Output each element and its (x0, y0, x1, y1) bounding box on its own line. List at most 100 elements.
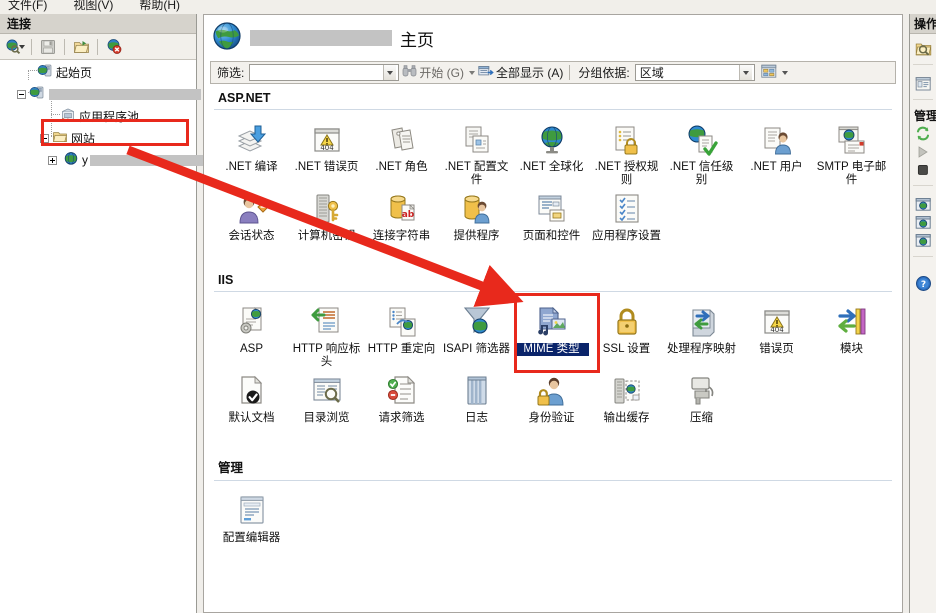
feature-default-document[interactable]: 默认文档 (214, 369, 289, 437)
feature-label: 配置编辑器 (222, 532, 281, 544)
action-browse-website-3[interactable] (910, 234, 936, 252)
feature-logging[interactable]: 日志 (439, 369, 514, 437)
action-help[interactable]: ? (910, 276, 936, 295)
feature-application-settings[interactable]: 应用程序设置 (589, 187, 664, 255)
feature-directory-browsing[interactable]: 目录浏览 (289, 369, 364, 437)
connections-tree[interactable]: 起始页 应用程序池 网站 y (0, 60, 213, 613)
toolbar-separator (97, 38, 98, 55)
feature-providers[interactable]: 提供程序 (439, 187, 514, 255)
net-trust-levels-icon (686, 122, 718, 156)
group-management: 管理 配置编辑器 (204, 451, 902, 557)
default-document-icon (236, 373, 268, 407)
feature-net-compilation[interactable]: .NET 编译 (214, 118, 289, 187)
feature-net-globalization[interactable]: .NET 全球化 (514, 118, 589, 187)
feature-label: 计算机密钥 (297, 230, 356, 242)
actions-pane-title: 操作 (910, 14, 936, 34)
disconnect-icon[interactable] (103, 36, 125, 57)
go-button[interactable]: 开始 (G) (402, 64, 476, 81)
feature-error-pages[interactable]: 404 错误页 (739, 300, 814, 369)
feature-pages-and-controls[interactable]: 页面和控件 (514, 187, 589, 255)
feature-authentication[interactable]: 身份验证 (514, 369, 589, 437)
feature-asp[interactable]: ASP (214, 300, 289, 369)
redacted-site-name (90, 154, 208, 166)
group-header: ASP.NET (214, 85, 892, 110)
chevron-down-icon[interactable] (781, 70, 788, 75)
actions-section-manage: 管理 (910, 104, 936, 127)
tree-item-application-pools[interactable]: 应用程序池 (60, 107, 139, 125)
feature-request-filtering[interactable]: 请求筛选 (364, 369, 439, 437)
action-start[interactable] (910, 145, 936, 163)
feature-net-error-pages[interactable]: 404 .NET 错误页 (289, 118, 364, 187)
net-users-icon (761, 122, 793, 156)
tree-item-label: 网站 (71, 131, 96, 146)
start-icon (915, 145, 931, 164)
tree-item-server[interactable] (17, 85, 201, 103)
chevron-down-icon (387, 70, 394, 75)
action-explore[interactable] (910, 42, 936, 60)
open-folder-icon[interactable] (70, 36, 92, 57)
action-browse-website-2[interactable] (910, 216, 936, 234)
feature-net-profile[interactable]: .NET 配置文件 (439, 118, 514, 187)
app-pools-icon (60, 107, 76, 125)
website-icon (63, 151, 79, 169)
svg-text:404: 404 (320, 144, 334, 152)
action-browse-website-1[interactable] (910, 198, 936, 216)
feature-output-caching[interactable]: 输出缓存 (589, 369, 664, 437)
connection-strings-icon: ab (386, 191, 418, 225)
feature-http-response-headers[interactable]: HTTP 响应标头 (289, 300, 364, 369)
chevron-down-icon[interactable] (469, 70, 476, 75)
view-mode-button[interactable] (761, 64, 788, 82)
menu-file[interactable]: 文件(F) (8, 0, 47, 13)
show-all-button[interactable]: 全部显示 (A) (478, 64, 563, 81)
expand-toggle-icon[interactable] (48, 155, 57, 165)
feature-label: .NET 角色 (375, 161, 428, 173)
save-icon[interactable] (37, 36, 59, 57)
feature-net-authorization-rules[interactable]: .NET 授权规则 (589, 118, 664, 187)
feature-net-users[interactable]: .NET 用户 (739, 118, 814, 187)
group-by-select[interactable]: 区域 (634, 64, 755, 81)
action-stop[interactable] (910, 163, 936, 181)
page-title-bar: 主页 (204, 15, 902, 61)
feature-label: 请求筛选 (378, 412, 425, 424)
chevron-down-icon[interactable] (19, 44, 25, 49)
handler-mappings-icon (686, 304, 718, 338)
feature-http-redirect[interactable]: HTTP 重定向 (364, 300, 439, 369)
feature-compression[interactable]: 压缩 (664, 369, 739, 437)
feature-label: 连接字符串 (372, 230, 431, 242)
tree-item-website[interactable]: y : (48, 151, 213, 169)
feature-label: 应用程序设置 (592, 230, 661, 242)
feature-smtp-email[interactable]: SMTP 电子邮件 (814, 118, 889, 187)
filter-dropdown-button[interactable] (383, 65, 397, 80)
menu-help[interactable]: 帮助(H) (139, 0, 180, 13)
collapse-toggle-icon[interactable] (40, 133, 49, 143)
smtp-email-icon (836, 122, 868, 156)
feature-connection-strings[interactable]: ab 连接字符串 (364, 187, 439, 255)
feature-session-state[interactable]: 会话状态 (214, 187, 289, 255)
filter-input[interactable] (249, 64, 400, 81)
group-by-dropdown-button[interactable] (738, 65, 752, 80)
feature-isapi-filters[interactable]: ISAPI 筛选器 (439, 300, 514, 369)
feature-net-trust-levels[interactable]: .NET 信任级别 (664, 118, 739, 187)
feature-label: 提供程序 (453, 230, 500, 242)
feature-handler-mappings[interactable]: 处理程序映射 (664, 300, 739, 369)
tree-item-sites[interactable]: 网站 (40, 129, 95, 147)
feature-mime-types[interactable]: MIME 类型 (514, 300, 589, 369)
group-iis: IIS ASP HTTP 响应标头 HTTP 重定向 ISAPI 筛选器 MIM… (204, 267, 902, 437)
menu-bar: 文件(F) 视图(V) 帮助(H) (0, 0, 936, 14)
feature-ssl-settings[interactable]: SSL 设置 (589, 300, 664, 369)
browse-website-icon (915, 215, 932, 235)
menu-view[interactable]: 视图(V) (73, 0, 113, 13)
feature-configuration-editor[interactable]: 配置编辑器 (214, 489, 289, 557)
filter-label: 筛选: (217, 66, 245, 80)
collapse-toggle-icon[interactable] (17, 89, 26, 99)
feature-machine-key[interactable]: 计算机密钥 (289, 187, 364, 255)
action-restart[interactable] (910, 126, 936, 145)
feature-net-roles[interactable]: .NET 角色 (364, 118, 439, 187)
feature-label: ASP (239, 343, 263, 355)
feature-modules[interactable]: 模块 (814, 300, 889, 369)
connect-to-icon[interactable] (4, 36, 26, 57)
action-edit-permissions[interactable] (910, 76, 936, 95)
directory-browsing-icon (311, 373, 343, 407)
tree-item-start-page[interactable]: 起始页 (37, 63, 92, 81)
globe-icon (212, 21, 242, 56)
